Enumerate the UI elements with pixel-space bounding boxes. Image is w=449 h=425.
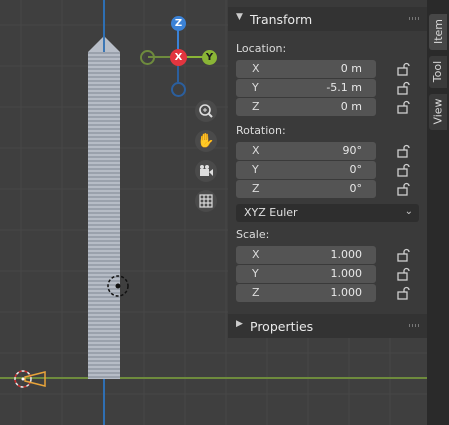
- transform-panel-header[interactable]: ▼ Transform: [228, 7, 427, 31]
- location-z-field[interactable]: Z 0 m: [236, 98, 376, 116]
- axis-label: Z: [252, 100, 260, 113]
- tab-item-label: Item: [432, 18, 446, 45]
- field-value: 0°: [349, 182, 363, 195]
- unlock-icon[interactable]: [396, 62, 410, 76]
- axis-label: Y: [252, 267, 259, 280]
- gizmo-y-axis[interactable]: Y: [202, 50, 217, 65]
- sidebar-tabs: Item Tool View: [427, 0, 449, 425]
- axis-label: X: [252, 144, 260, 157]
- axis-label: X: [252, 62, 260, 75]
- unlock-icon[interactable]: [396, 163, 410, 177]
- rotation-mode-value: XYZ Euler: [244, 206, 298, 219]
- origin-cursor-icon: [14, 370, 46, 388]
- axis-label: Y: [252, 163, 259, 176]
- hand-pan-icon[interactable]: ✋: [195, 130, 217, 152]
- tab-view-label: View: [431, 98, 445, 125]
- chevron-down-icon: ⌄: [404, 206, 413, 217]
- rotation-mode-select[interactable]: XYZ Euler ⌄: [236, 204, 419, 222]
- field-value: 90°: [342, 144, 363, 157]
- scale-x-field[interactable]: X 1.000: [236, 246, 376, 264]
- location-y-field[interactable]: Y -5.1 m: [236, 79, 376, 97]
- drag-grip-icon[interactable]: [409, 324, 419, 327]
- unlock-icon[interactable]: [396, 81, 410, 95]
- rotation-z-field[interactable]: Z 0°: [236, 180, 376, 198]
- unlock-icon[interactable]: [396, 286, 410, 300]
- scale-y-field[interactable]: Y 1.000: [236, 265, 376, 283]
- properties-panel-header[interactable]: ▶ Properties: [228, 314, 427, 338]
- object-origin-icon: [107, 275, 129, 297]
- axis-label: Z: [252, 286, 260, 299]
- axis-label: X: [252, 248, 260, 261]
- grid-view-icon[interactable]: [195, 190, 217, 212]
- tab-view[interactable]: View: [429, 94, 447, 130]
- properties-title: Properties: [250, 319, 314, 334]
- scale-label: Scale:: [236, 228, 270, 241]
- unlock-icon[interactable]: [396, 182, 410, 196]
- tab-tool-label: Tool: [431, 60, 445, 83]
- field-value: 0 m: [340, 62, 362, 75]
- gizmo-neg-y-axis[interactable]: [140, 50, 155, 65]
- y-axis-line-top: [103, 0, 105, 52]
- n-panel-sidebar: ▼ Transform Location: X0 m Y -5.1 m Z0 m …: [228, 0, 427, 338]
- zoom-icon[interactable]: [195, 100, 217, 122]
- gizmo-z-axis[interactable]: Z: [171, 16, 186, 31]
- unlock-icon[interactable]: [396, 248, 410, 262]
- x-axis-line: [0, 377, 427, 379]
- field-value: 1.000: [330, 267, 363, 280]
- field-value: 0 m: [340, 100, 362, 113]
- selected-object[interactable]: [88, 52, 120, 379]
- field-value: 1.000: [330, 248, 363, 261]
- unlock-icon[interactable]: [396, 100, 410, 114]
- camera-icon[interactable]: [195, 160, 217, 182]
- gizmo-x-axis[interactable]: X: [170, 49, 187, 66]
- location-label: Location:: [236, 42, 287, 55]
- gizmo-neg-z-axis[interactable]: [171, 82, 186, 97]
- field-value: 0°: [349, 163, 363, 176]
- collapse-arrow-icon: ▶: [236, 319, 243, 329]
- navigation-gizmo[interactable]: Z X Y: [140, 14, 220, 98]
- unlock-icon[interactable]: [396, 267, 410, 281]
- axis-label: Y: [252, 81, 259, 94]
- 3d-viewport[interactable]: Z X Y ✋ ▼ Transform Location: X 0 m Y -5.1…: [0, 0, 427, 425]
- scale-z-field[interactable]: Z 1.000: [236, 284, 376, 302]
- rotation-y-field[interactable]: Y 0°: [236, 161, 376, 179]
- expand-arrow-icon: ▼: [236, 12, 243, 22]
- drag-grip-icon[interactable]: [409, 17, 419, 20]
- field-value: -5.1 m: [326, 81, 362, 94]
- axis-label: Z: [252, 182, 260, 195]
- rotation-label: Rotation:: [236, 124, 286, 137]
- location-x-field[interactable]: X 0 m: [236, 60, 376, 78]
- unlock-icon[interactable]: [396, 144, 410, 158]
- rotation-x-field[interactable]: X 90°: [236, 142, 376, 160]
- field-value: 1.000: [330, 286, 363, 299]
- transform-title: Transform: [250, 12, 313, 27]
- tab-item[interactable]: Item: [429, 14, 447, 50]
- tab-tool[interactable]: Tool: [429, 56, 447, 88]
